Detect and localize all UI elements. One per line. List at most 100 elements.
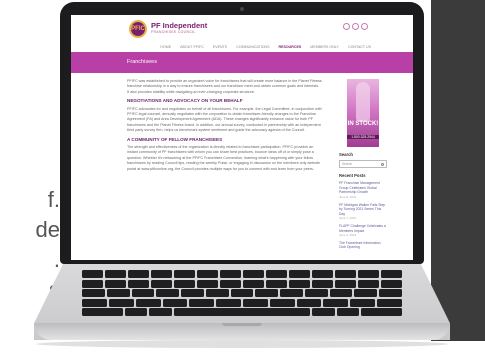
search-heading: Search: [339, 152, 353, 157]
keyboard-key: [230, 289, 254, 297]
twitter-icon[interactable]: [352, 23, 359, 30]
laptop-lid: PFIC PF Independent FRANCHISEE COUNCIL H…: [60, 2, 424, 264]
keyboard-key: [156, 289, 180, 297]
logo-title[interactable]: PF Independent: [151, 21, 207, 30]
search-placeholder: Search: [342, 161, 353, 166]
intro-paragraph: PFIFC was established to provide an orga…: [127, 79, 322, 94]
recent-post-date: June 8, 2021: [339, 194, 357, 199]
keyboard-row: [82, 270, 402, 278]
section-heading-community: A COMMUNITY OF FELLOW FRANCHISEES: [127, 136, 223, 142]
keyboard-key: [162, 298, 188, 307]
keyboard-key: [82, 308, 123, 316]
keyboard-key: [311, 308, 335, 316]
negotiations-paragraph: PFIFC advocates for and negotiates on be…: [127, 106, 322, 133]
keyboard-key: [243, 279, 264, 288]
keyboard-key: [131, 289, 155, 297]
keyboard-key: [197, 279, 218, 288]
keyboard-key: [335, 279, 356, 288]
page-title: Franchisees: [127, 59, 157, 65]
nav-item-contact[interactable]: CONTACT US: [348, 42, 371, 52]
keyboard-key: [323, 298, 349, 307]
keyboard-key: [82, 289, 105, 297]
keyboard-key: [181, 289, 204, 297]
keyboard-row: [82, 298, 402, 307]
background-text-line: .: [53, 247, 60, 272]
page: f. de . s PFIC PF Independent FRANCHISEE…: [0, 0, 485, 361]
facebook-icon[interactable]: [343, 23, 350, 30]
laptop-shadow: [36, 340, 448, 348]
keyboard-key: [151, 279, 172, 288]
keyboard-key: [128, 279, 149, 288]
keyboard-key: [377, 298, 402, 307]
keyboard-key: [105, 279, 126, 288]
keyboard-key: [289, 279, 310, 288]
keyboard-key: [82, 298, 107, 307]
keyboard-key: [296, 298, 322, 307]
keyboard-key: [128, 270, 149, 278]
recent-post-link[interactable]: The Franchisee Information Club Opening: [339, 241, 387, 250]
keyboard-key: [358, 279, 379, 288]
sidebar: IN STOCK! 1.800.325.2944 Search Search R…: [339, 79, 387, 250]
keyboard-key: [174, 279, 195, 288]
sidebar-ad-banner[interactable]: IN STOCK! 1.800.325.2944: [347, 79, 379, 147]
keyboard-key: [361, 308, 402, 316]
keyboard-key: [381, 279, 402, 288]
recent-post-link[interactable]: PF Michigan Walker Falls Step by Turning…: [339, 203, 387, 217]
community-paragraph: The strength and effectiveness of the or…: [127, 145, 320, 171]
search-icon[interactable]: [381, 162, 384, 166]
laptop-screen: PFIC PF Independent FRANCHISEE COUNCIL H…: [71, 15, 413, 260]
search-input[interactable]: Search: [339, 159, 387, 168]
recent-post-date: June 7, 2021: [339, 216, 357, 221]
keyboard-key: [354, 289, 378, 297]
keyboard-key: [220, 270, 241, 278]
main-column: PFIFC was established to provide an orga…: [127, 79, 322, 175]
keyboard-row: [82, 279, 402, 288]
keyboard-key: [312, 270, 333, 278]
keyboard-key: [82, 270, 103, 278]
linkedin-icon[interactable]: [361, 23, 368, 30]
nav-item-home[interactable]: HOME: [160, 42, 171, 52]
recent-post-link[interactable]: PF Franchise Management Group Celebrates…: [339, 181, 387, 195]
nav-item-about[interactable]: ABOUT PFIFC: [180, 42, 204, 52]
keyboard-key: [189, 298, 215, 307]
keyboard-key: [220, 279, 241, 288]
ad-phone-number: 1.800.325.2944: [347, 135, 379, 139]
keyboard-key: [266, 270, 287, 278]
laptop-opening-notch: [222, 323, 262, 326]
main-nav: HOME ABOUT PFIFC EVENTS COMMUNICATIONS R…: [71, 42, 413, 52]
keyboard-key: [105, 270, 126, 278]
keyboard-key: [243, 298, 268, 307]
keyboard-key: [108, 298, 134, 307]
recent-post-link[interactable]: FLAPF Challenge Celebrates a Members Imp…: [339, 224, 387, 233]
nav-item-communications[interactable]: COMMUNICATIONS: [236, 42, 269, 52]
keyboard-key: [329, 289, 353, 297]
keyboard-key: [174, 270, 195, 278]
background-text-line: f.: [47, 187, 60, 212]
dark-side-panel: [431, 0, 485, 341]
page-content: PFIFC was established to provide an orga…: [71, 73, 413, 260]
keyboard-key: [197, 270, 218, 278]
logo-subtitle: FRANCHISEE COUNCIL: [151, 30, 196, 34]
nav-item-members-only[interactable]: MEMBERS ONLY: [310, 42, 339, 52]
keyboard-row: [82, 308, 402, 316]
keyboard-key: [106, 289, 130, 297]
ad-model-image: [356, 82, 370, 122]
keyboard-key: [82, 279, 103, 288]
site-header: PFIC PF Independent FRANCHISEE COUNCIL: [71, 15, 413, 42]
nav-item-resources[interactable]: RESOURCES: [279, 42, 302, 52]
keyboard-key: [381, 270, 402, 278]
keyboard-key: [289, 270, 310, 278]
keyboard-key: [269, 298, 295, 307]
keyboard-key: [379, 289, 402, 297]
recent-post-date: June 4, 2021: [339, 233, 357, 238]
keyboard-key: [124, 308, 148, 316]
page-banner: Franchisees: [71, 52, 413, 73]
keyboard-key: [149, 308, 173, 316]
ad-instock-text: IN STOCK!: [347, 121, 379, 127]
section-heading-negotiations: NEGOTIATIONS AND ADVOCACY ON YOUR BEHALF: [127, 98, 243, 104]
pfifc-logo-icon[interactable]: PFIC: [129, 20, 147, 38]
nav-item-events[interactable]: EVENTS: [213, 42, 227, 52]
keyboard-key: [135, 298, 161, 307]
background-text-line: de: [35, 217, 60, 242]
keyboard-key: [304, 289, 328, 297]
